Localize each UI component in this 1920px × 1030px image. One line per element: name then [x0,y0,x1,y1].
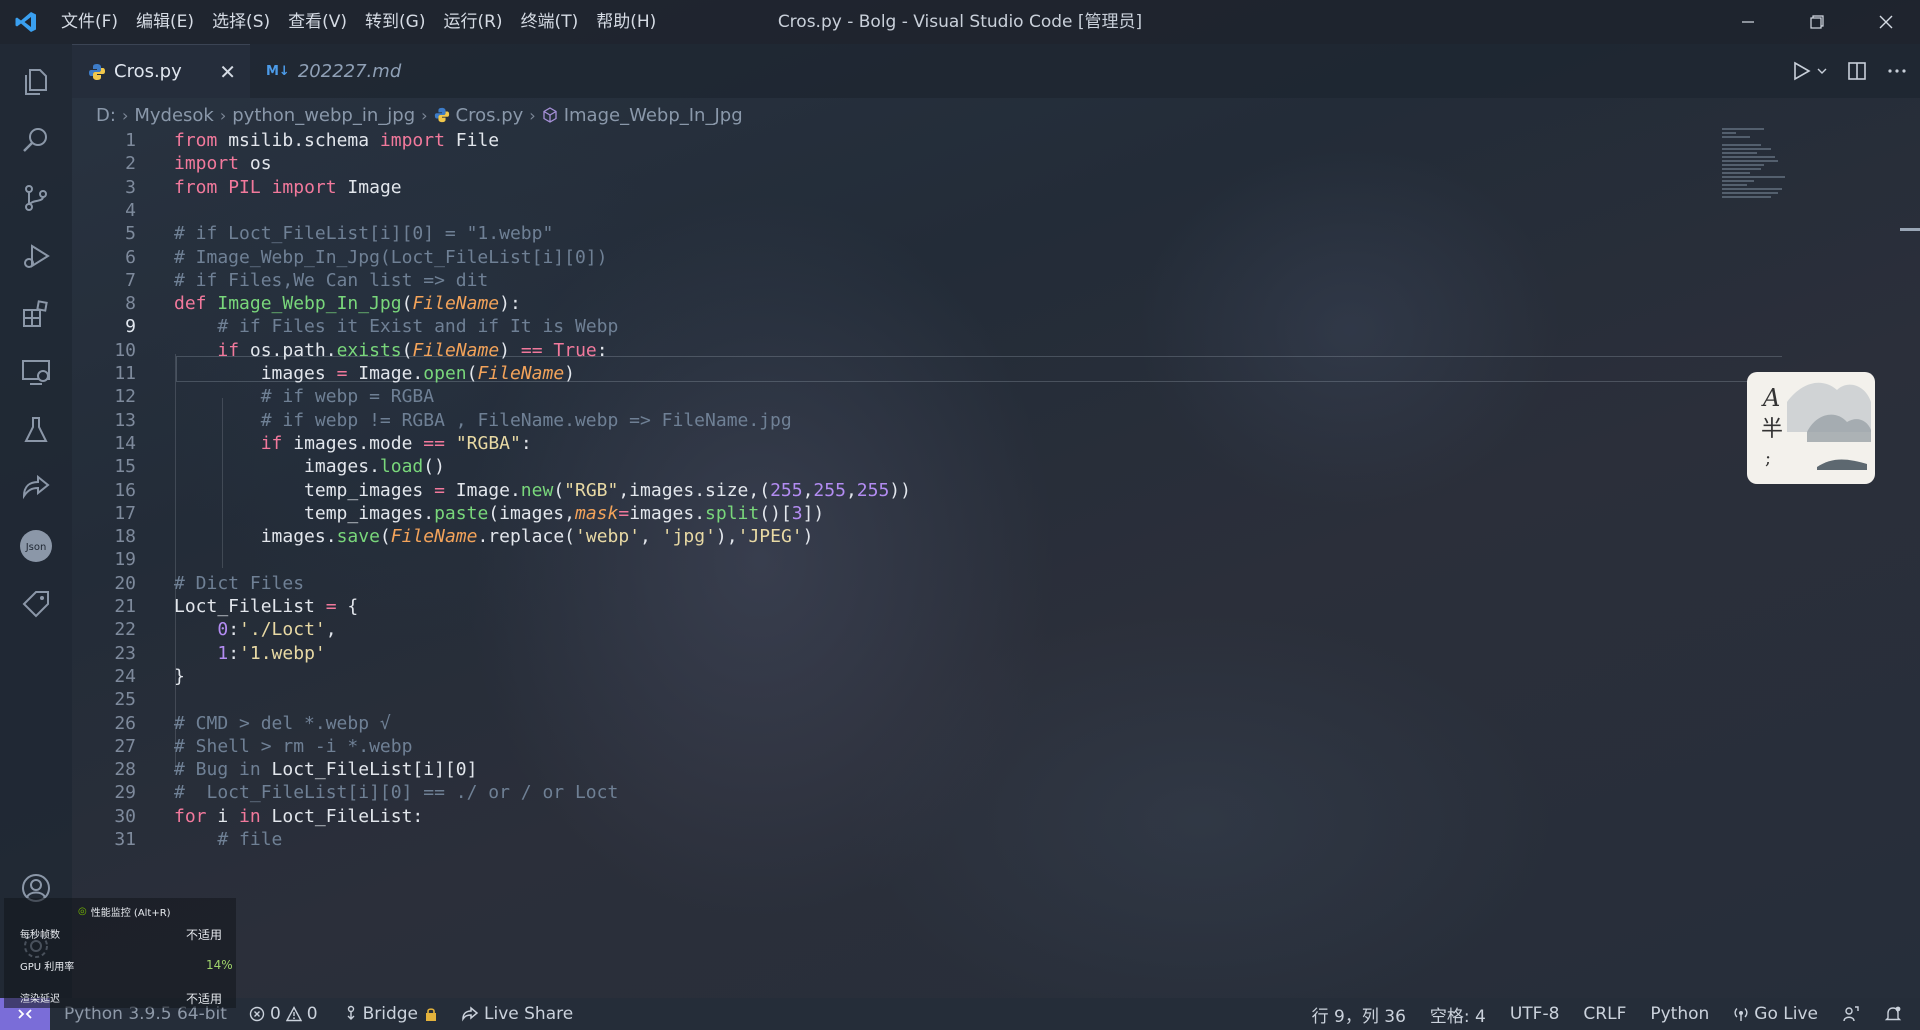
breadcrumb-folder[interactable]: Mydesok [134,105,214,126]
breadcrumb-file[interactable]: Cros.py [456,105,524,126]
live-share-label: Live Share [484,1004,574,1024]
error-count: 0 [269,1004,281,1024]
perf-label: 渲染延迟 [20,994,60,1005]
svg-text:;: ; [1765,448,1771,469]
chevron-right-icon: › [219,105,227,125]
explorer-icon[interactable] [0,54,72,110]
more-actions-icon[interactable] [1886,60,1908,82]
search-icon[interactable] [0,112,72,168]
decorative-sticker: A 半 ; [1747,372,1875,484]
chevron-right-icon: › [121,105,129,125]
indentation[interactable]: 空格: 4 [1430,1002,1486,1027]
window-controls [1713,0,1920,44]
editor-actions [1790,44,1908,98]
json-icon[interactable]: Json [0,518,72,574]
perf-label: 每秒帧数 [20,930,60,941]
code-line[interactable]: 31 # file [72,826,1772,855]
svg-text:A: A [1761,384,1780,412]
symbol-method-icon [543,107,557,123]
status-bar: Python 3.9.5 64-bit 0 0 Bridge Live Shar… [0,998,1920,1030]
performance-overlay: ◎ 性能监控 (Alt+R) 每秒帧数 不适用 GPU 利用率 14% 渲染延迟… [4,898,236,1008]
menu-bar: 文件(F) 编辑(E) 选择(S) 查看(V) 转到(G) 运行(R) 终端(T… [52,0,665,44]
svg-text:半: 半 [1761,417,1783,442]
breadcrumb: D: › Mydesok › python_webp_in_jpg › Cros… [96,100,743,130]
split-editor-icon[interactable] [1846,60,1868,82]
scrollbar-thumb[interactable] [1900,228,1920,231]
chevron-right-icon: › [421,105,428,125]
editor-tabs: Cros.py ✕ M↓ 202227.md [72,44,1920,98]
python-icon [434,107,449,123]
title-bar: 文件(F) 编辑(E) 选择(S) 查看(V) 转到(G) 运行(R) 终端(T… [0,0,1920,44]
menu-help[interactable]: 帮助(H) [587,0,665,44]
svg-text:Json: Json [25,542,47,553]
language-mode[interactable]: Python [1650,1004,1709,1024]
tab-close-icon[interactable]: ✕ [219,60,236,84]
perf-title: 性能监控 (Alt+R) [90,908,171,919]
restore-button[interactable] [1782,0,1851,44]
menu-selection[interactable]: 选择(S) [203,0,279,44]
run-file-icon[interactable] [1790,60,1812,82]
markdown-icon: M↓ [266,63,290,79]
cursor-position[interactable]: 行 9，列 36 [1312,1002,1406,1027]
menu-view[interactable]: 查看(V) [279,0,356,44]
perf-value: 不适用 [186,992,223,1006]
live-share-icon [462,1006,479,1022]
tag-icon[interactable] [0,576,72,632]
menu-go[interactable]: 转到(G) [356,0,434,44]
feedback-icon[interactable] [1842,1005,1860,1023]
menu-file[interactable]: 文件(F) [52,0,127,44]
tab-cros-py[interactable]: Cros.py ✕ [72,44,250,98]
perf-label: GPU 利用率 [20,962,75,973]
bridge-label: Bridge [362,1004,419,1024]
lock-icon [426,1008,437,1021]
menu-edit[interactable]: 编辑(E) [127,0,203,44]
tab-label: 202227.md [297,60,402,82]
error-icon [249,1006,265,1022]
activity-bar: Json [0,44,72,1002]
run-debug-icon[interactable] [0,228,72,284]
close-window-button[interactable] [1851,0,1920,44]
close-icon [1879,15,1892,29]
tab-label: Cros.py [114,61,182,82]
breadcrumb-symbol[interactable]: Image_Webp_In_Jpg [564,105,743,126]
ink-landscape-image: A 半 ; [1761,382,1871,470]
live-share-icon[interactable] [0,460,72,516]
vscode-logo-icon [0,0,52,44]
warning-icon [285,1006,302,1022]
minimize-button[interactable] [1713,0,1782,44]
breadcrumb-drive[interactable]: D: [96,105,116,126]
breadcrumb-folder[interactable]: python_webp_in_jpg [232,105,415,126]
nvidia-icon: ◎ [78,906,87,917]
bridge-indicator[interactable]: Bridge [344,1004,439,1024]
encoding[interactable]: UTF-8 [1510,1004,1560,1024]
broadcast-icon [1734,1008,1748,1021]
menu-terminal[interactable]: 终端(T) [512,0,588,44]
extensions-icon[interactable] [0,286,72,342]
perf-value: 14% [206,958,233,972]
testing-icon[interactable] [0,402,72,458]
chevron-right-icon: › [529,105,536,125]
remote-explorer-icon[interactable] [0,344,72,400]
chevron-down-icon[interactable] [1816,65,1828,77]
minimap[interactable] [1722,128,1792,208]
tab-202227-md[interactable]: M↓ 202227.md [250,44,415,98]
go-live-label: Go Live [1754,1004,1818,1024]
problems-indicator[interactable]: 0 0 [249,1004,318,1024]
status-right: 行 9，列 36 空格: 4 UTF-8 CRLF Python Go Live [1312,998,1920,1030]
live-share-button[interactable]: Live Share [461,1004,573,1024]
source-control-icon[interactable] [0,170,72,226]
warning-count: 0 [306,1004,318,1024]
code-text: # file [174,829,283,850]
go-live-button[interactable]: Go Live [1733,1004,1818,1024]
notifications-bell-icon[interactable] [1884,1005,1902,1023]
minimize-icon [1741,21,1754,23]
perf-value: 不适用 [186,928,223,942]
code-editor[interactable]: 1 from msilib.schema import File 2 import o… [72,130,1872,998]
bridge-icon [347,1005,355,1020]
end-of-line[interactable]: CRLF [1583,1004,1626,1024]
menu-run[interactable]: 运行(R) [434,0,511,44]
restore-icon [1809,15,1824,29]
python-icon [89,63,105,80]
line-number: 31 [114,829,136,850]
